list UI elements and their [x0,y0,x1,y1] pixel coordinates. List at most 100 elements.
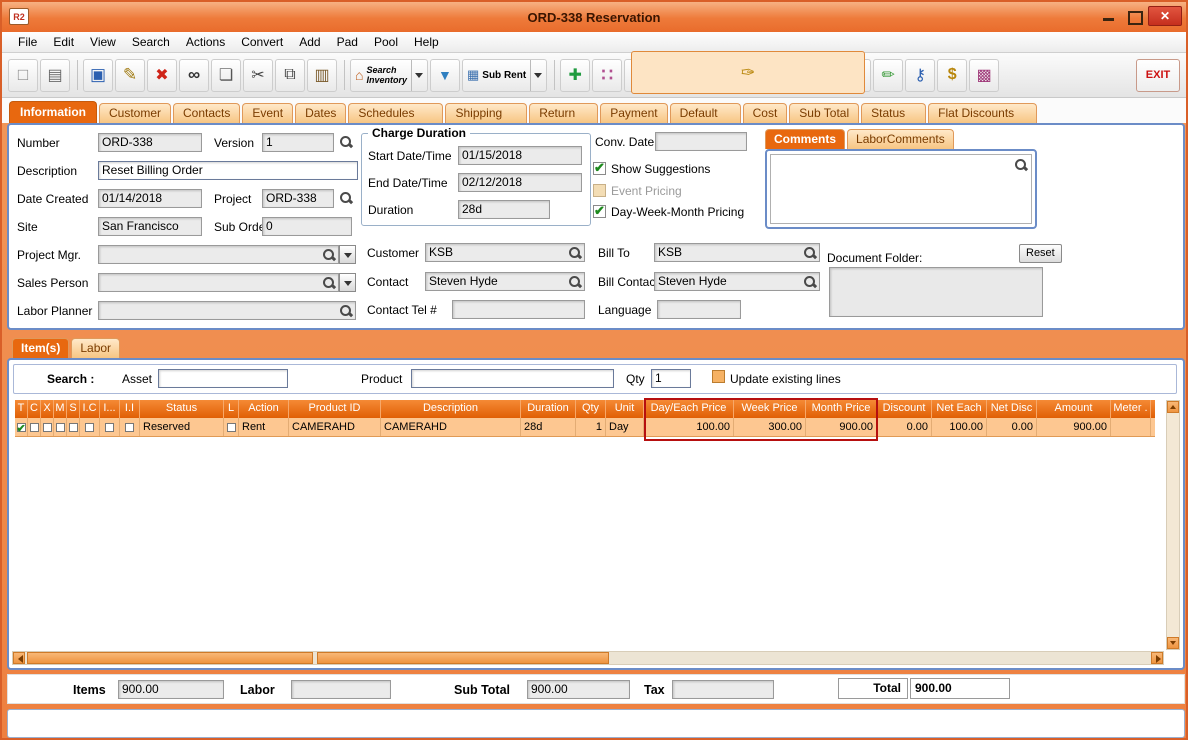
combo-arrow-icon[interactable] [339,273,356,292]
search-icon[interactable] [339,135,353,149]
exit-button[interactable]: EXIT [1136,58,1180,92]
save-icon[interactable] [83,58,113,92]
search-icon[interactable] [322,248,336,262]
col-month-price[interactable]: Month Price [806,400,877,418]
col-s[interactable]: S [67,400,80,418]
total-field[interactable]: 900.00 [910,678,1010,699]
catalog-icon[interactable] [841,58,872,92]
col-i[interactable]: I... [100,400,120,418]
notes-icon[interactable] [624,58,655,92]
day-week-month-checkbox[interactable] [593,203,606,219]
paste-icon[interactable] [307,58,337,92]
menu-file[interactable]: File [10,33,45,51]
labor-planner-field[interactable] [98,301,356,320]
project-mgr-field[interactable] [98,245,339,264]
maximize-button[interactable] [1123,7,1145,26]
tax-field[interactable] [672,680,774,699]
sub-rent-button[interactable]: ▦ Sub Rent [461,58,548,92]
scrollbar-thumb[interactable] [27,652,313,664]
col-product-id[interactable]: Product ID [289,400,381,418]
smiley-icon[interactable] [745,58,776,92]
find-document-icon[interactable] [211,58,241,92]
tab-return[interactable]: Return [529,103,599,123]
scrollbar-thumb[interactable] [317,652,609,664]
col-amount[interactable]: Amount [1037,400,1111,418]
pool-circles-icon[interactable] [592,58,623,92]
edit-pencil-icon[interactable] [115,58,145,92]
start-date-field[interactable]: 01/15/2018 [458,146,582,165]
col-ii[interactable]: I.I [120,400,140,418]
conv-date-field[interactable] [655,132,747,151]
col-c[interactable]: C [28,400,41,418]
end-date-field[interactable]: 02/12/2018 [458,173,582,192]
menu-add[interactable]: Add [291,33,328,51]
tab-default[interactable]: Default [669,103,741,123]
menu-search[interactable]: Search [124,33,178,51]
scroll-up-icon[interactable] [1167,401,1179,413]
project-field[interactable]: ORD-338 [262,189,334,208]
tab-contacts[interactable]: Contacts [173,103,241,123]
search-icon[interactable] [1014,158,1028,172]
language-field[interactable] [657,300,741,319]
menu-view[interactable]: View [82,33,124,51]
row-checkbox[interactable] [226,422,236,432]
tab-customer[interactable]: Customer [99,103,172,123]
combo-arrow-icon[interactable] [339,245,356,264]
close-button[interactable] [1148,6,1182,26]
billing-icon[interactable] [937,58,968,92]
reset-button[interactable]: Reset [1019,244,1062,263]
event-pricing-checkbox[interactable] [593,184,606,197]
globe-icon[interactable] [809,58,840,92]
search-icon[interactable] [568,275,582,289]
menu-pad[interactable]: Pad [329,33,366,51]
cut-icon[interactable] [243,58,273,92]
col-unit[interactable]: Unit [606,400,644,418]
delete-icon[interactable] [147,58,177,92]
comments-textarea[interactable] [770,154,1032,224]
contact-tel-field[interactable] [452,300,585,319]
scroll-down-icon[interactable] [1167,637,1179,649]
col-net-disc[interactable]: Net Disc [987,400,1037,418]
row-checkbox[interactable] [68,422,78,432]
menu-pool[interactable]: Pool [366,33,406,51]
vertical-scrollbar[interactable] [1166,400,1180,650]
add-icon[interactable] [560,58,591,92]
col-x[interactable]: X [41,400,54,418]
binoculars-icon[interactable] [179,58,209,92]
row-checkbox[interactable] [105,422,114,432]
search-icon[interactable] [322,276,336,290]
col-meter[interactable]: Meter . [1111,400,1151,418]
print-preview-icon[interactable] [702,58,733,92]
col-action[interactable]: Action [239,400,289,418]
col-duration[interactable]: Duration [521,400,576,418]
search-icon[interactable] [803,275,817,289]
asset-input[interactable] [158,369,288,388]
menu-convert[interactable]: Convert [233,33,291,51]
search-inventory-button[interactable]: ⌂ Search Inventory [350,58,428,92]
site-field[interactable]: San Francisco [98,217,202,236]
search-icon[interactable] [339,191,353,205]
dropdown-arrow-icon[interactable] [530,59,542,91]
version-field[interactable]: 1 [262,133,334,152]
tab-comments[interactable]: Comments [765,129,846,149]
tab-information[interactable]: Information [9,101,97,123]
sub-total-field[interactable]: 900.00 [527,680,630,699]
tab-event[interactable]: Event [242,103,294,123]
table-row[interactable]: Reserved Rent CAMERAHD CAMERAHD 28d 1 Da… [15,418,1155,437]
col-week-price[interactable]: Week Price [734,400,806,418]
col-day-each-price[interactable]: Day/Each Price [644,400,734,418]
bill-to-field[interactable]: KSB [654,243,820,262]
tab-items[interactable]: Item(s) [12,338,70,358]
number-field[interactable]: ORD-338 [98,133,202,152]
menu-actions[interactable]: Actions [178,33,233,51]
customer-field[interactable]: KSB [425,243,585,262]
row-checkbox[interactable] [16,420,26,436]
cone-icon[interactable] [429,58,460,92]
bill-contact-field[interactable]: Steven Hyde [654,272,820,291]
print-icon[interactable] [40,58,70,92]
search-icon[interactable] [568,246,582,260]
contact-field[interactable]: Steven Hyde [425,272,585,291]
col-ic[interactable]: I.C [80,400,100,418]
tab-shipping[interactable]: Shipping [445,103,528,123]
tab-dates[interactable]: Dates [295,103,347,123]
